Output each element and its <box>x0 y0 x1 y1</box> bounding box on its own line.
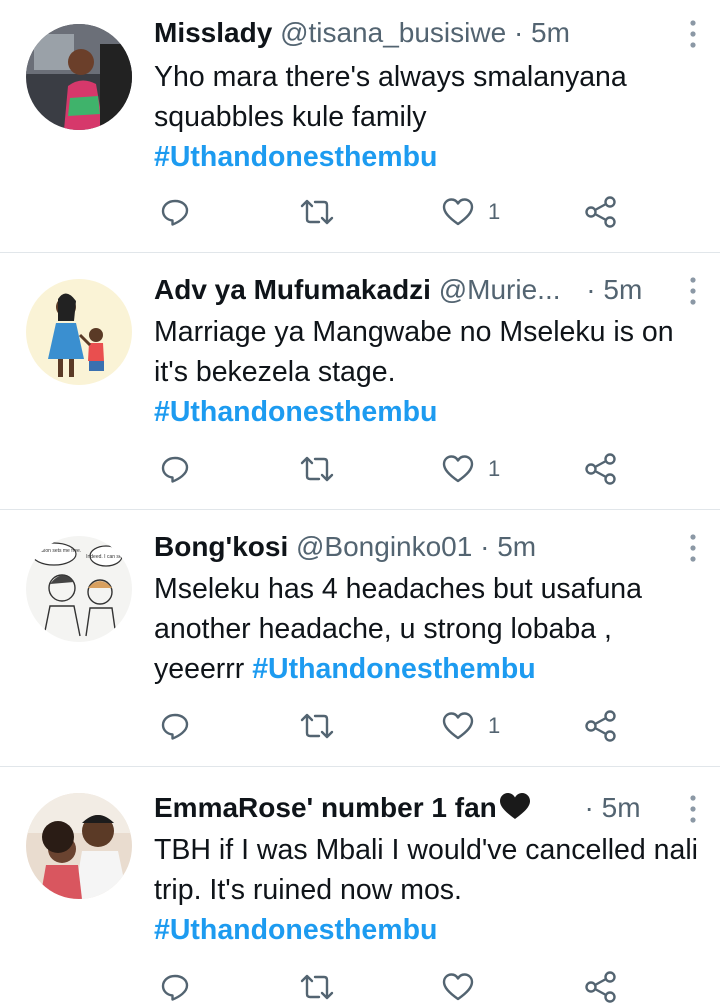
tweet-actions: 1 <box>160 709 640 743</box>
like-button[interactable]: 1 <box>442 195 500 229</box>
heart-icon <box>442 712 474 740</box>
hashtag-link[interactable]: #Uthandonesthembu <box>154 396 437 428</box>
like-count: 1 <box>488 199 501 224</box>
share-icon <box>585 971 616 1003</box>
display-name[interactable]: Misslady <box>154 17 272 48</box>
user-handle[interactable]: @Murie... <box>439 274 561 305</box>
tweet-text: TBH if I was Mbali I would've cancelled … <box>154 830 704 950</box>
hashtag-link[interactable]: #Uthandonesthembu <box>154 914 437 946</box>
tweet-body: Yho mara there's always smalanyana squab… <box>154 61 627 133</box>
tweet-actions <box>160 970 640 1004</box>
avatar[interactable] <box>26 279 132 385</box>
retweet-button[interactable] <box>300 970 334 1004</box>
timestamp[interactable]: 5m <box>497 531 536 562</box>
more-options-icon[interactable] <box>688 532 698 564</box>
share-icon <box>585 453 616 485</box>
tweet-header: EmmaRose' number 1 fan · 5m <box>154 791 641 828</box>
retweet-icon <box>300 456 334 482</box>
retweet-button[interactable] <box>300 195 334 229</box>
like-button[interactable]: 1 <box>442 709 500 743</box>
heart-icon <box>442 198 474 226</box>
tweet-header: Adv ya Mufumakadzi @Murie... · 5m <box>154 273 642 307</box>
user-handle[interactable]: @tisana_busisiwe <box>280 17 506 48</box>
retweet-icon <box>300 974 334 1000</box>
black-heart-emoji-icon <box>499 792 531 828</box>
share-icon <box>585 710 616 742</box>
avatar[interactable]: destination sets me free. Indeed. I can … <box>26 536 132 642</box>
avatar[interactable] <box>26 793 132 899</box>
separator-dot: · <box>513 17 524 48</box>
timestamp[interactable]: 5m <box>602 792 641 823</box>
share-button[interactable] <box>584 195 618 229</box>
reply-icon <box>161 199 189 226</box>
tweet[interactable]: destination sets me free. Indeed. I can … <box>0 510 720 767</box>
tweet[interactable]: Adv ya Mufumakadzi @Murie... · 5m Marria… <box>0 253 720 510</box>
display-name[interactable]: EmmaRose' number 1 fan <box>154 792 497 823</box>
avatar-bubble-right-text: Indeed. I can see. <box>86 554 126 560</box>
hashtag-link[interactable]: #Uthandonesthembu <box>252 653 535 685</box>
more-options-icon[interactable] <box>688 793 698 825</box>
mother-child-illustration-avatar-icon <box>26 279 132 385</box>
woman-car-avatar-icon <box>26 24 132 130</box>
like-count: 1 <box>488 713 501 738</box>
avatar[interactable] <box>26 24 132 130</box>
more-options-icon[interactable] <box>688 275 698 307</box>
retweet-button[interactable] <box>300 709 334 743</box>
tweet-text: Yho mara there's always smalanyana squab… <box>154 57 704 177</box>
hashtag-link[interactable]: #Uthandonesthembu <box>154 141 437 173</box>
like-count: 1 <box>488 456 501 481</box>
tweet-header: Misslady @tisana_busisiwe · 5m <box>154 16 570 50</box>
share-button[interactable] <box>584 452 618 486</box>
tweet-header: Bong'kosi @Bonginko01 · 5m <box>154 530 536 564</box>
reply-button[interactable] <box>160 709 190 743</box>
reply-button[interactable] <box>160 195 190 229</box>
separator-dot: · <box>480 531 490 562</box>
reply-icon <box>161 456 189 483</box>
tweet-actions: 1 <box>160 452 640 486</box>
reply-button[interactable] <box>160 452 190 486</box>
tweet[interactable]: EmmaRose' number 1 fan · 5m TBH if I was… <box>0 767 720 1003</box>
tweet[interactable]: Misslady @tisana_busisiwe · 5m Yho mara … <box>0 0 720 253</box>
retweet-icon <box>300 199 334 225</box>
like-button[interactable]: 1 <box>442 452 500 486</box>
tweet-body: TBH if I was Mbali I would've cancelled … <box>154 834 699 906</box>
retweet-icon <box>300 713 334 739</box>
timestamp[interactable]: 5m <box>531 17 570 48</box>
reply-button[interactable] <box>160 970 190 1004</box>
tweet-text: Marriage ya Mangwabe no Mseleku is on it… <box>154 312 704 432</box>
reply-icon <box>161 974 189 1001</box>
more-options-icon[interactable] <box>688 18 698 50</box>
reply-icon <box>161 713 189 740</box>
display-name[interactable]: Adv ya Mufumakadzi <box>154 274 431 305</box>
heart-icon <box>442 455 474 483</box>
tweet-body: Marriage ya Mangwabe no Mseleku is on it… <box>154 316 674 388</box>
like-button[interactable] <box>442 970 488 1004</box>
heart-icon <box>442 973 474 1001</box>
share-icon <box>585 196 616 228</box>
tweet-text: Mseleku has 4 headaches but usafuna anot… <box>154 569 704 689</box>
tweet-actions: 1 <box>160 195 640 229</box>
avatar-bubble-left-text: destination sets me free. <box>27 548 81 554</box>
retweet-button[interactable] <box>300 452 334 486</box>
sketch-cartoon-avatar-icon: destination sets me free. Indeed. I can … <box>26 536 132 642</box>
separator-dot: · <box>586 274 596 305</box>
timestamp[interactable]: 5m <box>603 274 642 305</box>
user-handle[interactable]: @Bonginko01 <box>296 531 472 562</box>
separator-dot: · <box>584 792 594 823</box>
couple-photo-avatar-icon <box>26 793 132 899</box>
display-name[interactable]: Bong'kosi <box>154 531 288 562</box>
share-button[interactable] <box>584 709 618 743</box>
share-button[interactable] <box>584 970 618 1004</box>
